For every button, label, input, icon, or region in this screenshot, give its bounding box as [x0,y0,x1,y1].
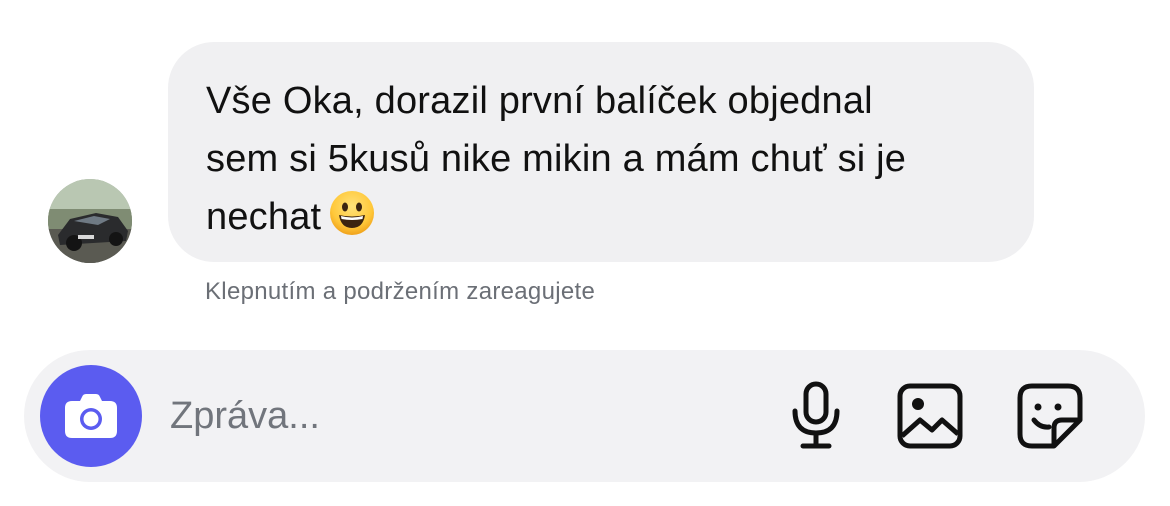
message-composer [24,350,1145,482]
camera-icon [65,394,117,438]
image-icon [897,383,963,449]
grinning-face-emoji [329,190,375,253]
avatar[interactable] [48,179,132,263]
message-text: Vše Oka, dorazil první balíček objednal … [206,72,994,253]
message-input[interactable] [170,386,730,446]
microphone-button[interactable] [780,380,852,452]
incoming-message-bubble[interactable]: Vše Oka, dorazil první balíček objednal … [168,42,1034,262]
camera-button[interactable] [40,365,142,467]
reaction-hint: Klepnutím a podržením zareagujete [205,278,596,305]
gallery-button[interactable] [894,380,966,452]
chat-screen: Vše Oka, dorazil první balíček objednal … [0,0,1170,506]
sticker-icon [1017,383,1083,449]
microphone-icon [792,381,840,449]
avatar-car-photo [48,179,132,263]
sticker-button[interactable] [1014,380,1086,452]
